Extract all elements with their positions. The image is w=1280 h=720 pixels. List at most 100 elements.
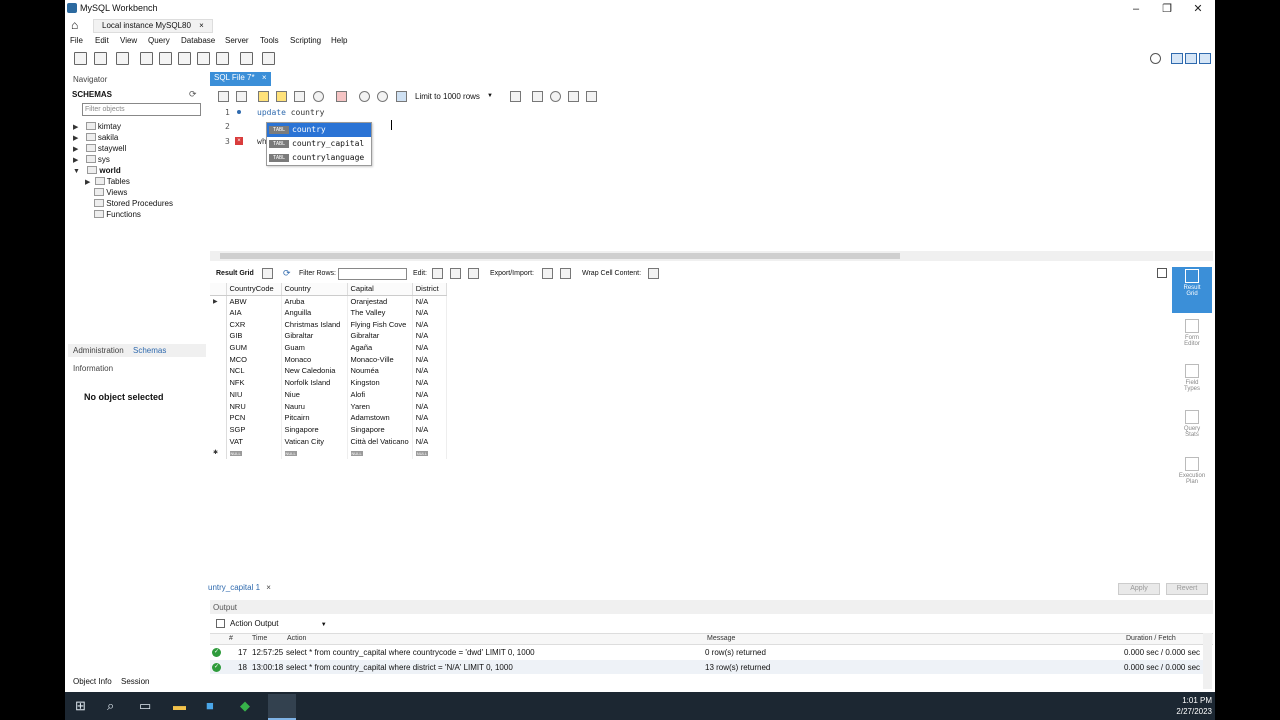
invisible-chars-icon[interactable] bbox=[568, 91, 579, 102]
inspector-icon[interactable] bbox=[116, 52, 129, 65]
table-row[interactable]: NCL New Caledonia Nouméa N/A bbox=[210, 365, 447, 377]
tab-administration[interactable]: Administration bbox=[73, 346, 124, 355]
table-row[interactable]: NRU Nauru Yaren N/A bbox=[210, 400, 447, 412]
expand-icon[interactable]: ▶ bbox=[85, 179, 90, 186]
add-row-icon[interactable] bbox=[450, 268, 461, 279]
cell[interactable]: Guam bbox=[281, 341, 348, 354]
reconnect-icon[interactable] bbox=[262, 52, 275, 65]
autocomplete-item[interactable]: TABL countrylanguage bbox=[267, 151, 371, 165]
close-window-icon[interactable]: ✕ bbox=[1188, 2, 1208, 16]
world-functions[interactable]: Functions bbox=[94, 210, 141, 219]
filter-rows-input[interactable] bbox=[338, 268, 407, 280]
table-row[interactable]: MCO Monaco Monaco-Ville N/A bbox=[210, 353, 447, 366]
schema-sys[interactable]: ▶ sys bbox=[73, 155, 110, 164]
create-procedure-icon[interactable] bbox=[197, 52, 210, 65]
column-header[interactable]: Capital bbox=[347, 283, 413, 296]
cell[interactable]: N/A bbox=[412, 411, 447, 424]
cell[interactable]: VAT bbox=[226, 435, 282, 447]
cell[interactable]: N/A bbox=[412, 423, 447, 436]
menu-query[interactable]: Query bbox=[148, 36, 170, 45]
cell[interactable]: NFK bbox=[226, 376, 282, 389]
cell[interactable]: Nouméa bbox=[347, 365, 413, 377]
cell[interactable]: NRU bbox=[226, 400, 282, 412]
new-sql-tab-icon[interactable] bbox=[74, 52, 87, 65]
cell[interactable]: Anguilla bbox=[281, 306, 348, 319]
table-row[interactable]: PCN Pitcairn Adamstown N/A bbox=[210, 411, 447, 424]
import-icon[interactable] bbox=[560, 268, 571, 279]
cell[interactable]: New Caledonia bbox=[281, 365, 348, 377]
output-action[interactable]: select * from country_capital where dist… bbox=[286, 663, 513, 672]
rollback-icon[interactable] bbox=[377, 91, 388, 102]
new-row[interactable]: ✱ NULL NULL NULL NULL bbox=[210, 446, 447, 459]
execute-icon[interactable] bbox=[258, 91, 269, 102]
expand-icon[interactable]: ▶ bbox=[73, 146, 78, 153]
autocomplete-popup[interactable]: TABL country TABL country_capital TABL c… bbox=[266, 122, 372, 166]
output-vertical-scrollbar[interactable] bbox=[1203, 633, 1212, 689]
menu-edit[interactable]: Edit bbox=[95, 36, 109, 45]
cell[interactable]: Vatican City bbox=[281, 435, 348, 447]
table-row[interactable]: NFK Norfolk Island Kingston N/A bbox=[210, 376, 447, 389]
toggle-secondary-sidebar-icon[interactable] bbox=[1199, 53, 1211, 64]
cell[interactable]: Kingston bbox=[347, 376, 413, 389]
table-row[interactable]: SGP Singapore Singapore N/A bbox=[210, 423, 447, 436]
menu-view[interactable]: View bbox=[120, 36, 137, 45]
file-explorer-icon[interactable]: ▬ bbox=[173, 698, 186, 713]
cell[interactable]: N/A bbox=[412, 400, 447, 412]
cell[interactable]: N/A bbox=[412, 295, 447, 307]
close-tab-icon[interactable]: × bbox=[199, 21, 204, 30]
cell[interactable]: Norfolk Island bbox=[281, 376, 348, 389]
settings-icon[interactable] bbox=[1150, 53, 1161, 64]
cell[interactable]: Gibraltar bbox=[281, 330, 348, 342]
home-icon[interactable]: ⌂ bbox=[71, 18, 85, 32]
cell[interactable]: GUM bbox=[226, 341, 282, 354]
cell[interactable]: Niue bbox=[281, 388, 348, 401]
cell[interactable]: Nauru bbox=[281, 400, 348, 412]
delete-row-icon[interactable] bbox=[468, 268, 479, 279]
grid-view-icon[interactable] bbox=[262, 268, 273, 279]
table-row[interactable]: AIA Anguilla The Valley N/A bbox=[210, 306, 447, 319]
table-row[interactable]: NIU Niue Alofi N/A bbox=[210, 388, 447, 401]
column-header[interactable]: District bbox=[412, 283, 447, 296]
table-row[interactable]: CXR Christmas Island Flying Fish Cove N/A bbox=[210, 318, 447, 331]
schema-staywell[interactable]: ▶ staywell bbox=[73, 144, 126, 153]
cell[interactable]: Flying Fish Cove bbox=[347, 318, 413, 331]
copy-icon[interactable] bbox=[216, 619, 225, 628]
table-row[interactable]: VAT Vatican City Città del Vaticano N/A bbox=[210, 435, 447, 447]
cell[interactable]: CXR bbox=[226, 318, 282, 331]
create-schema-icon[interactable] bbox=[140, 52, 153, 65]
save-icon[interactable] bbox=[236, 91, 247, 102]
cell[interactable]: Pitcairn bbox=[281, 411, 348, 424]
menu-server[interactable]: Server bbox=[225, 36, 249, 45]
windows-start-icon[interactable]: ⊞ bbox=[75, 698, 86, 714]
cell[interactable]: N/A bbox=[412, 306, 447, 319]
export-icon[interactable] bbox=[542, 268, 553, 279]
cell[interactable]: N/A bbox=[412, 330, 447, 342]
toggle-panel-icon[interactable] bbox=[1157, 268, 1167, 278]
beautify-icon[interactable] bbox=[532, 91, 543, 102]
tab-schemas[interactable]: Schemas bbox=[133, 346, 166, 355]
search-table-data-icon[interactable] bbox=[240, 52, 253, 65]
table-row[interactable]: GUM Guam Agaña N/A bbox=[210, 341, 447, 354]
app-icon[interactable]: ◆ bbox=[240, 698, 250, 714]
cell[interactable]: GIB bbox=[226, 330, 282, 342]
expand-icon[interactable]: ▶ bbox=[73, 157, 78, 164]
cell[interactable]: NULL bbox=[281, 446, 348, 459]
tab-object-info[interactable]: Object Info bbox=[73, 677, 112, 686]
table-row[interactable]: GIB Gibraltar Gibraltar N/A bbox=[210, 330, 447, 342]
schema-sakila[interactable]: ▶ sakila bbox=[73, 133, 118, 142]
restore-icon[interactable]: ❐ bbox=[1157, 2, 1177, 16]
sql-line-1[interactable]: update country bbox=[257, 108, 324, 117]
revert-button[interactable]: Revert bbox=[1166, 583, 1208, 595]
sql-file-tab[interactable]: SQL File 7* × bbox=[210, 72, 271, 86]
minimize-icon[interactable]: – bbox=[1126, 2, 1146, 16]
close-tab-icon[interactable]: × bbox=[262, 73, 267, 82]
edit-row-icon[interactable] bbox=[432, 268, 443, 279]
execution-plan-button[interactable]: Execution Plan bbox=[1172, 455, 1212, 495]
world-views[interactable]: Views bbox=[94, 188, 127, 197]
toggle-sidebar-icon[interactable] bbox=[1171, 53, 1183, 64]
cell[interactable]: Singapore bbox=[347, 423, 413, 436]
form-editor-button[interactable]: Form Editor bbox=[1172, 317, 1212, 357]
result-tab[interactable]: untry_capital 1 × bbox=[208, 583, 271, 592]
cell[interactable]: Singapore bbox=[281, 423, 348, 436]
column-header[interactable]: CountryCode bbox=[226, 283, 282, 296]
